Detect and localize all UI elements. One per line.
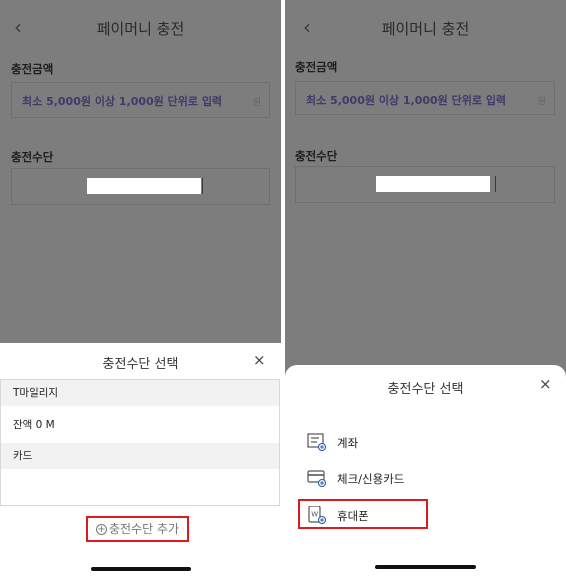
method-sheet: 충전수단 선택 × T마일리지 잔액 0 M 카드 + 충전수단 추가: [0, 343, 281, 578]
add-method-button[interactable]: + 충전수단 추가: [86, 516, 189, 542]
left-screen: ‹ 페이머니 충전 충전금액 최소 5,000원 이상 1,000원 단위로 입…: [0, 0, 281, 578]
phone-option-highlight: [298, 499, 428, 529]
option-account-label: 계좌: [337, 436, 359, 450]
amount-placeholder: 최소 5,000원 이상 1,000원 단위로 입력: [306, 94, 507, 107]
right-screen: ‹ 페이머니 충전 충전금액 최소 5,000원 이상 1,000원 단위로 입…: [285, 0, 566, 578]
card-icon: [307, 470, 327, 487]
amount-unit: 원: [537, 97, 546, 107]
close-icon[interactable]: ×: [539, 375, 552, 393]
amount-label: 충전금액: [11, 62, 54, 76]
amount-unit: 원: [252, 98, 261, 108]
amount-input[interactable]: 최소 5,000원 이상 1,000원 단위로 입력 원: [11, 82, 270, 118]
add-method-label: 충전수단 추가: [108, 522, 180, 536]
add-icon: +: [95, 524, 107, 535]
account-icon: [307, 433, 327, 451]
sheet-title: 충전수단 선택: [102, 357, 179, 372]
method-select[interactable]: [11, 168, 270, 205]
home-indicator: [375, 565, 476, 569]
method-sheet: 충전수단 선택 × 계좌 체크/신용카드 W 휴대폰: [285, 365, 566, 578]
list-item-tmileage[interactable]: T마일리지: [1, 380, 279, 406]
method-label: 충전수단: [295, 149, 338, 163]
page-title: 페이머니 충전: [96, 20, 185, 38]
method-select[interactable]: [295, 166, 555, 203]
list-item-balance: 잔액 0 M: [13, 419, 55, 431]
close-icon[interactable]: ×: [253, 351, 266, 369]
amount-placeholder: 최소 5,000원 이상 1,000원 단위로 입력: [22, 95, 223, 108]
amount-input[interactable]: 최소 5,000원 이상 1,000원 단위로 입력 원: [295, 81, 555, 115]
list-item-card[interactable]: 카드: [1, 443, 279, 469]
method-value-redacted: [87, 178, 201, 194]
method-caret: [495, 176, 496, 192]
page-title: 페이머니 충전: [381, 20, 470, 38]
method-label: 충전수단: [11, 150, 54, 164]
sheet-title: 충전수단 선택: [387, 382, 464, 397]
option-card-label: 체크/신용카드: [337, 472, 405, 486]
method-value-redacted: [376, 176, 490, 192]
amount-label: 충전금액: [295, 60, 338, 74]
method-caret: [202, 178, 203, 194]
home-indicator: [91, 567, 191, 571]
method-list: T마일리지 잔액 0 M 카드: [0, 379, 280, 506]
